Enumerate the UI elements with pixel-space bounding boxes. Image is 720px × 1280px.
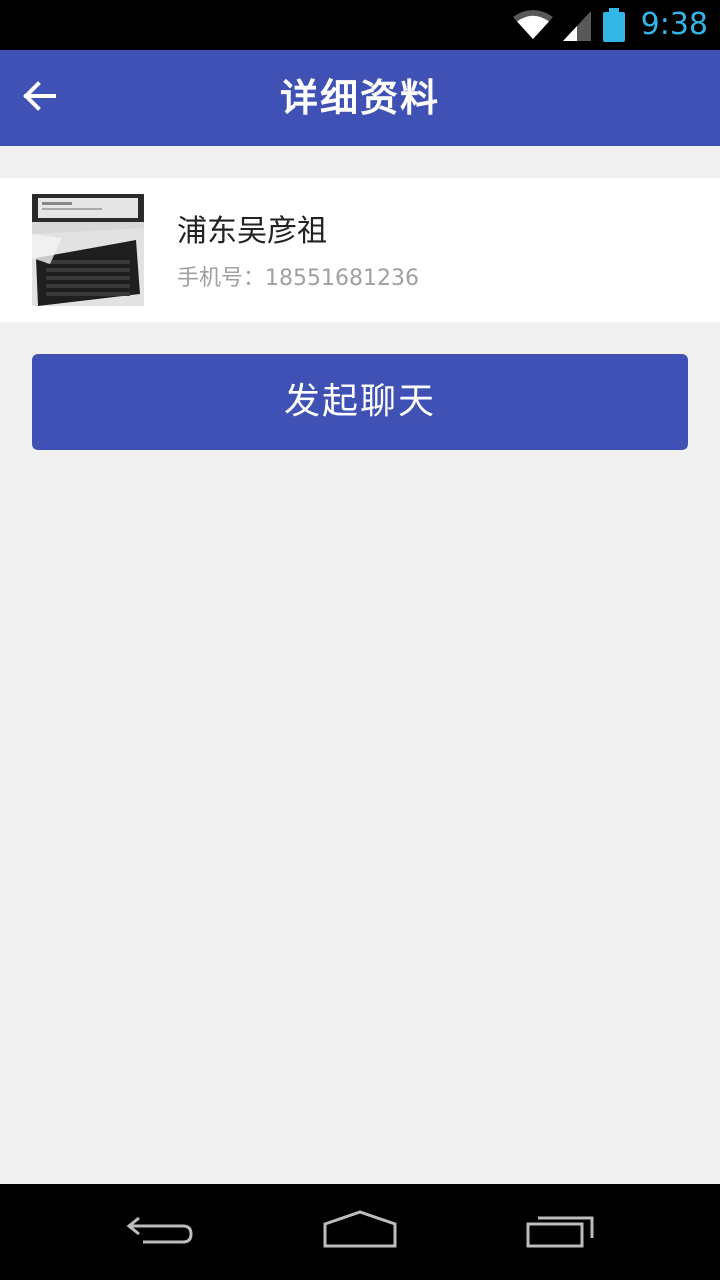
back-button[interactable]	[14, 72, 66, 124]
home-nav-icon	[322, 1210, 398, 1254]
status-time: 9:38	[640, 7, 708, 42]
contact-phone: 手机号：18551681236	[177, 264, 419, 294]
recents-nav-icon	[526, 1210, 598, 1254]
signal-icon	[562, 9, 593, 41]
app-bar: 详细资料	[0, 50, 720, 146]
status-icons: 9:38	[512, 0, 708, 50]
battery-icon	[602, 8, 625, 42]
start-chat-button[interactable]: 发起聊天	[32, 354, 688, 450]
phone-label: 手机号：	[177, 266, 266, 291]
nav-bar	[0, 1184, 720, 1280]
status-bar: 9:38	[0, 0, 720, 50]
page-title: 详细资料	[279, 76, 440, 120]
avatar[interactable]	[32, 194, 144, 306]
nav-back-button[interactable]	[115, 1202, 205, 1262]
arrow-left-icon	[23, 81, 57, 115]
contact-name: 浦东吴彦祖	[177, 214, 327, 249]
back-nav-icon	[125, 1210, 195, 1254]
keyboard-photo	[32, 194, 144, 306]
profile-card[interactable]: 浦东吴彦祖 手机号：18551681236	[0, 178, 720, 322]
phone-value: 18551681236	[265, 266, 419, 291]
wifi-icon	[512, 9, 553, 41]
nav-home-button[interactable]	[315, 1202, 405, 1262]
nav-recents-button[interactable]	[517, 1202, 607, 1262]
